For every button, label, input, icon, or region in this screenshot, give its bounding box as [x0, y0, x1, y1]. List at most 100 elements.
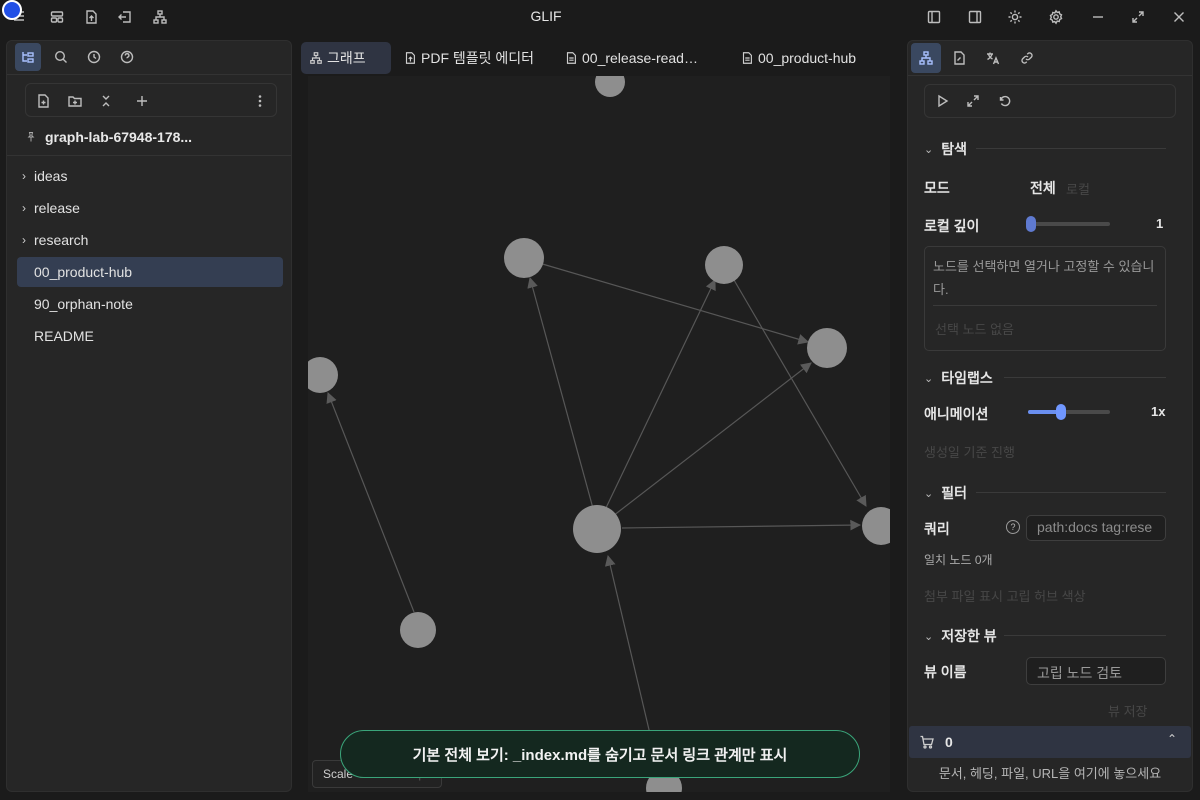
- info-toast: 기본 전체 보기: _index.md를 숨기고 문서 링크 관계만 표시: [340, 730, 860, 778]
- new-file-icon[interactable]: [30, 88, 56, 114]
- title-bar: GLIF: [0, 0, 1200, 34]
- left-sidebar-toggle-icon[interactable]: [921, 4, 947, 30]
- right-sidebar-toggle-icon[interactable]: [962, 4, 988, 30]
- section-line: [976, 148, 1166, 149]
- graph-node[interactable]: [308, 357, 338, 393]
- filter-options[interactable]: 첨부 파일 표시 고립 허브 색상: [924, 586, 1086, 605]
- tree-item-label: 00_product-hub: [34, 264, 133, 280]
- close-icon[interactable]: [1166, 4, 1192, 30]
- query-input[interactable]: path:docs tag:rese: [1026, 515, 1166, 541]
- gear-icon[interactable]: [1043, 4, 1069, 30]
- window-title: GLIF: [530, 8, 562, 24]
- link-icon[interactable]: [1014, 45, 1040, 71]
- panel-tabs-divider: [908, 75, 1192, 76]
- tree-folder-ideas[interactable]: › ideas: [17, 161, 283, 191]
- more-options-icon[interactable]: [247, 88, 273, 114]
- minimize-icon[interactable]: [1085, 4, 1111, 30]
- translate-icon[interactable]: [980, 45, 1006, 71]
- animation-slider-track[interactable]: [1028, 410, 1110, 414]
- query-help-icon[interactable]: ?: [1006, 520, 1020, 534]
- graph-node[interactable]: [504, 238, 544, 278]
- vault-divider: [7, 155, 291, 156]
- chevron-right-icon: ›: [22, 169, 26, 183]
- tab-product-hub[interactable]: 00_product-hub: [732, 42, 864, 74]
- hint-divider: [933, 305, 1157, 306]
- maximize-icon[interactable]: [1125, 4, 1151, 30]
- save-view-button[interactable]: 뷰 저장: [1108, 701, 1148, 720]
- section-filter[interactable]: ⌄ 필터: [924, 483, 967, 503]
- graph-node[interactable]: [807, 328, 847, 368]
- add-icon[interactable]: [129, 88, 155, 114]
- section-saved-views[interactable]: ⌄ 저장한 뷰: [924, 626, 997, 646]
- collapse-all-icon[interactable]: [93, 88, 119, 114]
- tab-label: 그래프: [327, 50, 366, 66]
- view-name-input[interactable]: 고립 노드 검토: [1026, 657, 1166, 685]
- sun-icon[interactable]: [1002, 4, 1028, 30]
- file-tree-icon[interactable]: [15, 43, 41, 71]
- tab-label: 00_product-hub: [758, 50, 857, 66]
- graph-edge: [326, 391, 415, 613]
- graph-node[interactable]: [862, 507, 890, 545]
- sitemap-icon[interactable]: [147, 4, 173, 30]
- reset-icon[interactable]: [992, 88, 1018, 114]
- play-icon[interactable]: [929, 88, 955, 114]
- search-icon[interactable]: [48, 43, 74, 71]
- tree-file-90-orphan-note[interactable]: 90_orphan-note: [17, 289, 283, 319]
- graph-edge: [621, 519, 862, 531]
- document-icon: [742, 52, 752, 64]
- tree-file-00-product-hub[interactable]: 00_product-hub: [17, 257, 283, 287]
- tree-folder-release[interactable]: › release: [17, 193, 283, 223]
- file-explorer-panel: graph-lab-67948-178... › ideas › release…: [6, 40, 292, 792]
- chevron-down-icon: ⌄: [924, 487, 934, 500]
- graph-canvas[interactable]: [308, 76, 890, 792]
- section-explore[interactable]: ⌄ 탐색: [924, 139, 967, 159]
- tab-graph[interactable]: 그래프: [301, 42, 391, 74]
- tab-release-readme[interactable]: 00_release-read…: [556, 42, 706, 74]
- tree-item-label: ideas: [34, 168, 68, 184]
- mode-all-option[interactable]: 전체: [1030, 178, 1056, 198]
- cart-icon: [920, 735, 934, 749]
- graph-settings-tab-icon[interactable]: [911, 43, 941, 73]
- section-timelapse[interactable]: ⌄ 타임랩스: [924, 368, 993, 388]
- graph-edge: [603, 279, 716, 513]
- layout-icon[interactable]: [44, 4, 70, 30]
- chevron-up-icon[interactable]: ⌃: [1167, 732, 1177, 746]
- query-label: 쿼리: [924, 521, 950, 537]
- exit-icon[interactable]: [112, 4, 138, 30]
- graph-edge: [527, 276, 595, 513]
- graph-node[interactable]: [400, 612, 436, 648]
- tab-bar: 그래프 PDF 템플릿 에디터 00_release-read… 00_prod…: [300, 40, 900, 76]
- animation-slider-thumb[interactable]: [1055, 404, 1066, 420]
- file-link-icon[interactable]: [946, 45, 972, 71]
- match-count: 일치 노드 0개: [924, 553, 993, 567]
- depth-slider-thumb[interactable]: [1026, 216, 1036, 232]
- history-clock-icon[interactable]: [81, 43, 107, 71]
- depth-slider-track[interactable]: [1028, 222, 1110, 226]
- help-icon[interactable]: [114, 43, 140, 71]
- graph-node-hub[interactable]: [573, 505, 621, 553]
- graph-node[interactable]: [705, 246, 743, 284]
- chevron-right-icon: ›: [22, 233, 26, 247]
- document-icon: [566, 52, 576, 64]
- fullscreen-icon[interactable]: [960, 88, 986, 114]
- drop-zone-hint[interactable]: 문서, 헤딩, 파일, URL을 여기에 놓으세요: [908, 763, 1192, 782]
- tree-file-readme[interactable]: README: [17, 321, 283, 351]
- cart-count: 0: [945, 734, 953, 750]
- chevron-down-icon: ⌄: [924, 630, 934, 643]
- section-line: [976, 492, 1166, 493]
- vault-header[interactable]: graph-lab-67948-178...: [25, 129, 192, 145]
- tree-folder-research[interactable]: › research: [17, 225, 283, 255]
- upload-file-icon[interactable]: [78, 4, 104, 30]
- graph-node[interactable]: [595, 76, 625, 97]
- section-line: [1004, 377, 1166, 378]
- animation-value: 1x: [1151, 404, 1166, 419]
- tab-label: PDF 템플릿 에디터: [421, 50, 535, 66]
- user-avatar[interactable]: [2, 0, 22, 20]
- section-line: [1004, 635, 1166, 636]
- tab-pdf-template-editor[interactable]: PDF 템플릿 에디터: [395, 42, 542, 74]
- animation-label: 애니메이션: [924, 406, 989, 422]
- cart-bar[interactable]: 0 ⌃: [909, 726, 1191, 758]
- graph-svg[interactable]: [308, 76, 890, 792]
- new-folder-icon[interactable]: [62, 88, 88, 114]
- mode-local-option[interactable]: 로컬: [1066, 179, 1090, 198]
